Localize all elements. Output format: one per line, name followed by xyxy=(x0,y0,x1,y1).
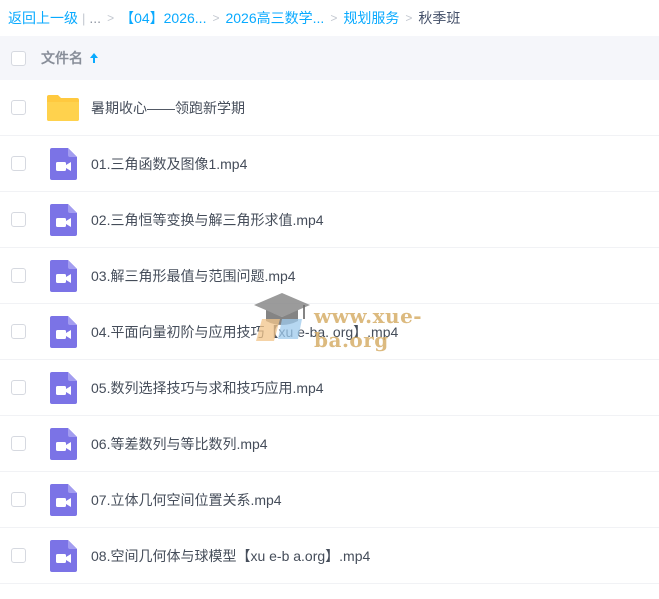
file-row[interactable]: 06.等差数列与等比数列.mp4 xyxy=(0,416,659,472)
file-list-header: 文件名 xyxy=(0,36,659,80)
folder-icon xyxy=(47,94,79,121)
file-row[interactable]: 01.三角函数及图像1.mp4 xyxy=(0,136,659,192)
file-name[interactable]: 02.三角恒等变换与解三角形求值.mp4 xyxy=(91,210,324,230)
select-all-checkbox[interactable] xyxy=(11,50,26,66)
video-file-icon xyxy=(50,539,77,572)
video-file-icon xyxy=(50,371,77,404)
row-checkbox[interactable] xyxy=(11,212,26,227)
file-row[interactable]: 03.解三角形最值与范围问题.mp4 xyxy=(0,248,659,304)
breadcrumb-item-planning[interactable]: 规划服务 xyxy=(343,8,399,28)
breadcrumb-separator: > xyxy=(107,11,115,25)
file-row[interactable]: 07.立体几何空间位置关系.mp4 xyxy=(0,472,659,528)
video-file-icon xyxy=(50,259,77,292)
file-name[interactable]: 暑期收心——领跑新学期 xyxy=(91,98,245,118)
breadcrumb-item-2026-math[interactable]: 2026高三数学... xyxy=(225,8,324,28)
sort-ascending-icon[interactable] xyxy=(89,52,99,64)
row-checkbox[interactable] xyxy=(11,380,26,395)
file-row[interactable]: 08.空间几何体与球模型【xu e-b a.org】.mp4 xyxy=(0,528,659,584)
row-checkbox[interactable] xyxy=(11,492,26,507)
file-name[interactable]: 05.数列选择技巧与求和技巧应用.mp4 xyxy=(91,378,324,398)
file-name[interactable]: 01.三角函数及图像1.mp4 xyxy=(91,154,247,174)
row-checkbox[interactable] xyxy=(11,548,26,563)
video-file-icon xyxy=(50,203,77,236)
breadcrumb-item-04-2026[interactable]: 【04】2026... xyxy=(120,8,206,28)
breadcrumb-pipe: | xyxy=(82,10,86,26)
breadcrumb-ellipsis[interactable]: ... xyxy=(89,10,101,26)
row-checkbox[interactable] xyxy=(11,436,26,451)
file-row[interactable]: 04.平面向量初阶与应用技巧【xu e-ba. org】.mp4 xyxy=(0,304,659,360)
file-name[interactable]: 08.空间几何体与球模型【xu e-b a.org】.mp4 xyxy=(91,546,370,566)
row-checkbox[interactable] xyxy=(11,268,26,283)
file-name[interactable]: 04.平面向量初阶与应用技巧【xu e-ba. org】.mp4 xyxy=(91,322,398,342)
video-file-icon xyxy=(50,147,77,180)
row-checkbox[interactable] xyxy=(11,156,26,171)
row-checkbox[interactable] xyxy=(11,324,26,339)
breadcrumb: 返回上一级 | ... > 【04】2026... > 2026高三数学... … xyxy=(0,0,659,36)
video-file-icon xyxy=(50,483,77,516)
file-name[interactable]: 07.立体几何空间位置关系.mp4 xyxy=(91,490,282,510)
breadcrumb-separator: > xyxy=(405,11,413,25)
column-header-filename[interactable]: 文件名 xyxy=(41,48,83,68)
breadcrumb-current: 秋季班 xyxy=(418,10,461,26)
row-checkbox[interactable] xyxy=(11,100,26,115)
file-name[interactable]: 06.等差数列与等比数列.mp4 xyxy=(91,434,268,454)
video-file-icon xyxy=(50,427,77,460)
file-row[interactable]: 05.数列选择技巧与求和技巧应用.mp4 xyxy=(0,360,659,416)
back-link[interactable]: 返回上一级 xyxy=(8,8,78,28)
file-row[interactable]: 暑期收心——领跑新学期 xyxy=(0,80,659,136)
breadcrumb-separator: > xyxy=(212,11,220,25)
breadcrumb-separator: > xyxy=(330,11,338,25)
video-file-icon xyxy=(50,315,77,348)
file-name[interactable]: 03.解三角形最值与范围问题.mp4 xyxy=(91,266,296,286)
file-row[interactable]: 02.三角恒等变换与解三角形求值.mp4 xyxy=(0,192,659,248)
